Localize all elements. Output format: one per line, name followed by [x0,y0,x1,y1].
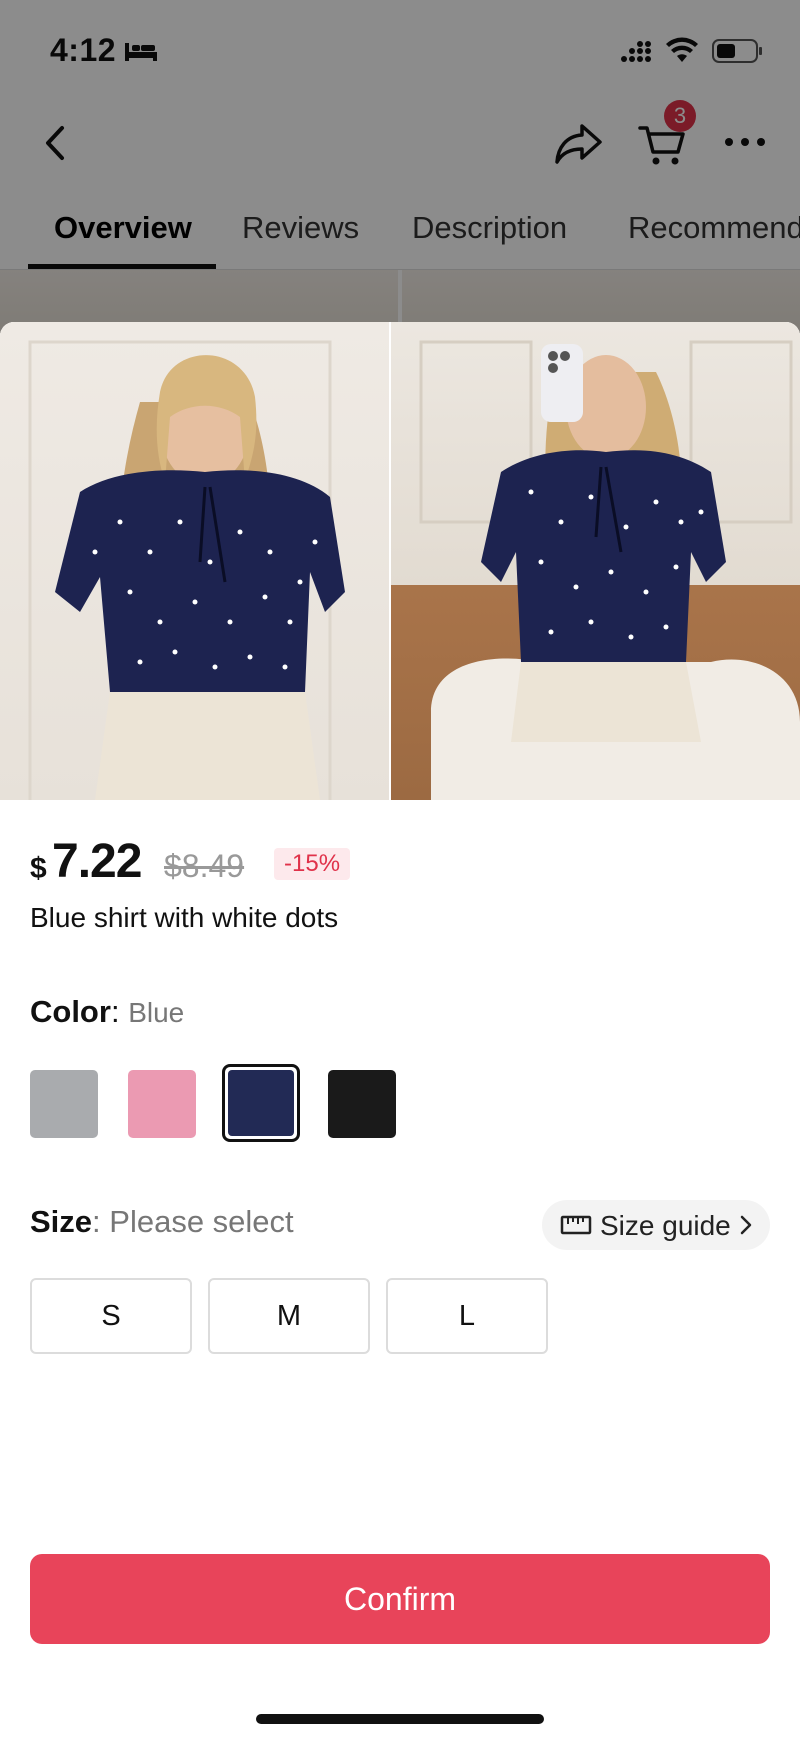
confirm-button[interactable]: Confirm [30,1554,770,1644]
size-option-l[interactable]: L [386,1278,548,1354]
product-photo-selfie[interactable] [391,322,800,800]
size-guide-label: Size guide [600,1210,731,1241]
swatch-black[interactable] [328,1070,396,1138]
color-label: Color [30,994,111,1029]
price-row: $ 7.22 $8.49 -15% [30,832,770,892]
product-photos [0,322,800,800]
swatch-gray[interactable] [30,1070,98,1138]
color-label-row: Color: Blue [30,994,184,1030]
size-options: S M L [30,1278,550,1354]
size-placeholder: Please select [109,1204,294,1239]
discount-badge: -15% [274,848,351,880]
currency-symbol: $ [30,852,47,885]
swatch-blue-fill [228,1070,294,1136]
original-price: $8.49 [164,848,245,884]
home-indicator [256,1714,544,1724]
selected-color-value: Blue [128,997,185,1028]
size-label: Size [30,1204,93,1239]
chevron-right-icon [740,1215,752,1235]
sale-price: 7.22 [52,835,142,888]
variant-selector-sheet: $ 7.22 $8.49 -15% Blue shirt with white … [0,322,800,1740]
swatch-pink[interactable] [128,1070,196,1138]
ruler-icon [560,1215,592,1235]
size-label-row: Size: Please select [30,1204,294,1240]
size-guide-button[interactable]: Size guide [542,1200,770,1250]
color-swatches [30,1062,450,1142]
color-separator: : [110,994,120,1029]
product-title: Blue shirt with white dots [30,902,339,933]
size-option-m[interactable]: M [208,1278,370,1354]
swatch-blue[interactable] [222,1064,300,1142]
product-photo-front[interactable] [0,322,389,800]
size-option-s[interactable]: S [30,1278,192,1354]
size-separator: : [92,1204,101,1239]
